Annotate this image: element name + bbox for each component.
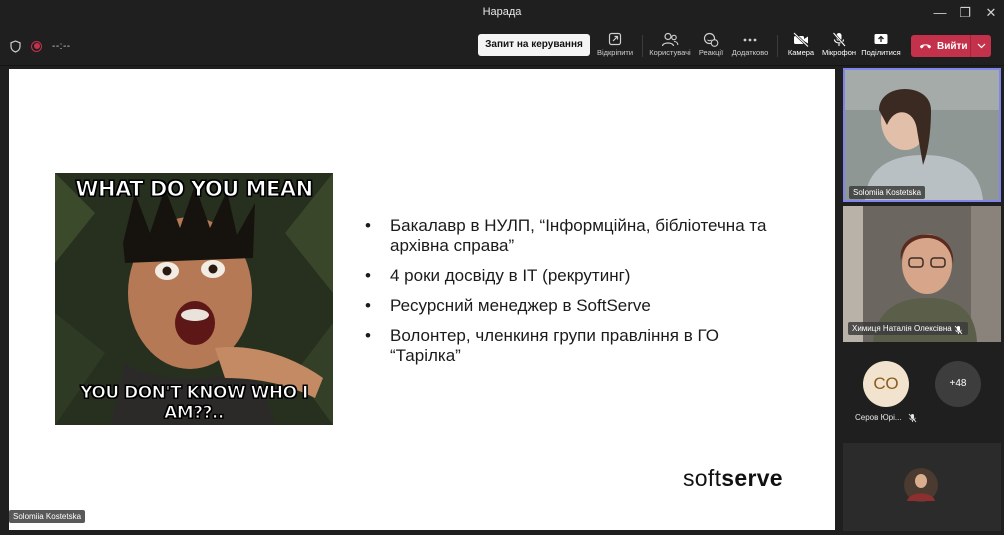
- participant-name: Серов Юрі...: [855, 413, 902, 422]
- restore-button[interactable]: ❐: [951, 3, 979, 23]
- shared-content: WHAT DO YOU MEAN YOU DON'T KNOW WHO I AM…: [9, 69, 835, 530]
- recording-icon: [31, 40, 42, 52]
- leave-label: Вийти: [937, 40, 968, 52]
- bullet-item: Ресурсний менеджер в SoftServe: [365, 296, 785, 316]
- camera-label: Камера: [787, 48, 815, 57]
- microphone-button[interactable]: Мікрофон: [820, 31, 858, 63]
- softserve-logo: softserve: [683, 465, 783, 492]
- title-bar: Нарада — ❐ ✕: [0, 0, 1004, 26]
- self-view-tile[interactable]: [843, 443, 1001, 531]
- leave-options-button[interactable]: [971, 41, 991, 51]
- window-title: Нарада: [482, 6, 522, 18]
- participant-tile-khymytsia[interactable]: Химиця Наталія Олексівна: [843, 206, 1001, 342]
- share-label: Поділитися: [861, 48, 901, 57]
- participant-tile-solomiia[interactable]: Solomiia Kostetska: [843, 68, 1001, 202]
- meme-bottom-caption: YOU DON'T KNOW WHO I AM??..: [80, 383, 309, 424]
- meeting-status: --:--: [10, 38, 71, 54]
- meme-image: WHAT DO YOU MEAN YOU DON'T KNOW WHO I AM…: [55, 173, 333, 425]
- bullet-list: Бакалавр в НУЛП, “Інформційна, бібліотеч…: [365, 216, 785, 376]
- participant-avatar[interactable]: СО: [863, 361, 909, 407]
- leave-button[interactable]: Вийти: [911, 35, 991, 57]
- brand-bold: serve: [721, 465, 783, 491]
- reactions-icon: [703, 32, 719, 47]
- participant-video: [845, 70, 999, 200]
- meme-top-caption: WHAT DO YOU MEAN: [75, 177, 314, 202]
- share-button[interactable]: Поділитися: [860, 31, 902, 63]
- self-video: [843, 443, 1001, 531]
- request-control-button[interactable]: Запит на керування: [478, 34, 590, 56]
- leave-main[interactable]: Вийти: [911, 41, 970, 52]
- hang-up-icon: [920, 44, 931, 49]
- chevron-down-icon: [977, 43, 985, 49]
- more-icon: [743, 38, 757, 42]
- minimize-button[interactable]: —: [926, 3, 954, 23]
- more-participants-button[interactable]: +48: [935, 361, 981, 407]
- camera-button[interactable]: Камера: [785, 31, 817, 63]
- meeting-toolbar: --:-- Запит на керування Відкріпити Кори…: [0, 26, 1004, 66]
- brand-light: soft: [683, 465, 722, 491]
- people-button[interactable]: Користувачі: [647, 31, 693, 63]
- toolbar-divider: [642, 35, 643, 57]
- shield-icon: [10, 39, 21, 53]
- participant-name-tag: Химиця Наталія Олексівна: [848, 322, 968, 335]
- participant-name: Химиця Наталія Олексівна: [852, 324, 952, 333]
- toolbar-divider: [777, 35, 778, 57]
- mic-off-icon: [908, 413, 917, 423]
- close-button[interactable]: ✕: [977, 3, 1004, 23]
- more-button[interactable]: Додатково: [730, 31, 770, 63]
- meeting-timer: --:--: [52, 40, 71, 52]
- unpin-button[interactable]: Відкріпити: [593, 31, 637, 63]
- mic-off-icon: [832, 32, 846, 47]
- share-icon: [874, 34, 888, 44]
- camera-off-icon: [793, 32, 809, 48]
- bullet-item: Волонтер, членкиня групи правління в ГО …: [365, 326, 785, 366]
- more-label: Додатково: [731, 48, 769, 57]
- mic-off-icon: [954, 325, 963, 335]
- bullet-item: Бакалавр в НУЛП, “Інформційна, бібліотеч…: [365, 216, 785, 256]
- people-label: Користувачі: [649, 48, 691, 57]
- unpin-icon: [608, 32, 622, 46]
- participant-name-tag: Solomiia Kostetska: [849, 186, 926, 199]
- reactions-button[interactable]: Реакції: [697, 31, 725, 63]
- microphone-label: Мікрофон: [821, 48, 857, 57]
- bullet-item: 4 роки досвіду в ІТ (рекрутинг): [365, 266, 785, 286]
- unpin-label: Відкріпити: [596, 48, 634, 57]
- presenter-name-tag: Solomiia Kostetska: [9, 510, 86, 523]
- people-icon: [661, 32, 679, 47]
- reactions-label: Реакції: [698, 48, 724, 57]
